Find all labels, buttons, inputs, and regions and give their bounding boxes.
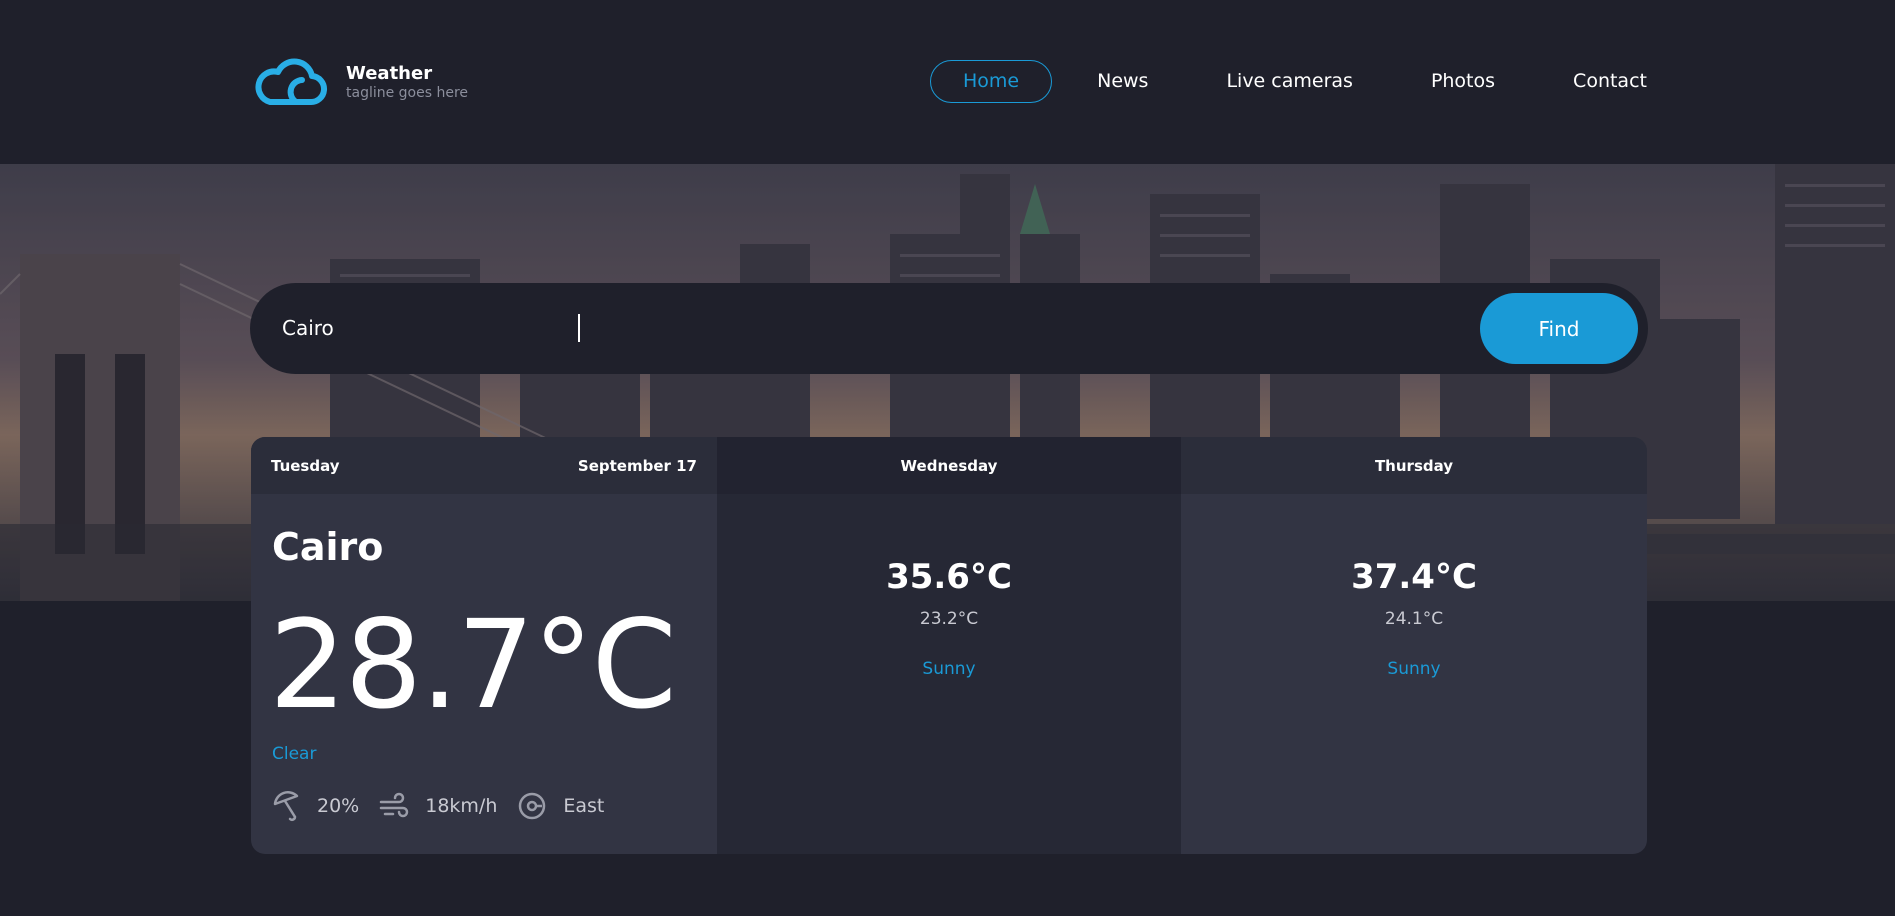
compass-icon — [519, 792, 546, 820]
wind-icon — [379, 792, 409, 818]
forecast-day-wednesday: Wednesday 35.6°C 23.2°C Sunny — [717, 437, 1181, 854]
brand-title: Weather — [346, 63, 433, 84]
forecast-today: Tuesday September 17 Cairo 28.7°C Clear … — [251, 437, 717, 854]
forecast-day-header: Wednesday — [717, 437, 1181, 494]
nav-item-home[interactable]: Home — [930, 60, 1053, 103]
cloud-icon — [255, 58, 327, 106]
max-temperature: 35.6°C — [886, 557, 1012, 597]
forecast-day-header: Thursday — [1181, 437, 1647, 494]
nav-item-live-cameras[interactable]: Live cameras — [1193, 60, 1385, 103]
city-name: Cairo — [272, 525, 384, 569]
forecast-day-thursday: Thursday 37.4°C 24.1°C Sunny — [1181, 437, 1647, 854]
max-temperature: 37.4°C — [1351, 557, 1477, 597]
brand-tagline: tagline goes here — [346, 85, 469, 101]
search-bar: Find — [250, 283, 1648, 374]
forecast-panel: Tuesday September 17 Cairo 28.7°C Clear … — [251, 437, 1647, 854]
text-caret — [578, 314, 580, 342]
day-name: Wednesday — [900, 456, 998, 475]
nav-item-photos[interactable]: Photos — [1398, 60, 1528, 103]
umbrella-icon — [273, 791, 299, 821]
nav-item-news[interactable]: News — [1064, 60, 1181, 103]
wind-direction-value: East — [563, 795, 605, 817]
forecast-today-header: Tuesday September 17 — [251, 437, 717, 494]
site-header: Weather tagline goes here Home News Live… — [0, 0, 1895, 164]
min-temperature: 23.2°C — [919, 609, 979, 629]
search-input[interactable] — [280, 305, 1380, 351]
nav-item-contact[interactable]: Contact — [1540, 60, 1680, 103]
day-condition: Sunny — [922, 659, 976, 679]
day-name: Thursday — [1374, 456, 1454, 475]
wind-speed-value: 18km/h — [425, 795, 498, 817]
date: September 17 — [577, 456, 697, 475]
find-button[interactable]: Find — [1480, 293, 1638, 364]
weather-stats: 20% 18km/h East — [271, 790, 624, 822]
brand[interactable]: Weather tagline goes here — [250, 58, 468, 108]
current-temperature: 28.7°C — [269, 594, 677, 736]
day-condition: Sunny — [1387, 659, 1441, 679]
main-nav: Home News Live cameras Photos Contact — [930, 60, 1692, 103]
current-condition: Clear — [272, 744, 317, 764]
humidity-value: 20% — [317, 795, 360, 817]
day-name: Tuesday — [271, 456, 340, 475]
min-temperature: 24.1°C — [1384, 609, 1444, 629]
